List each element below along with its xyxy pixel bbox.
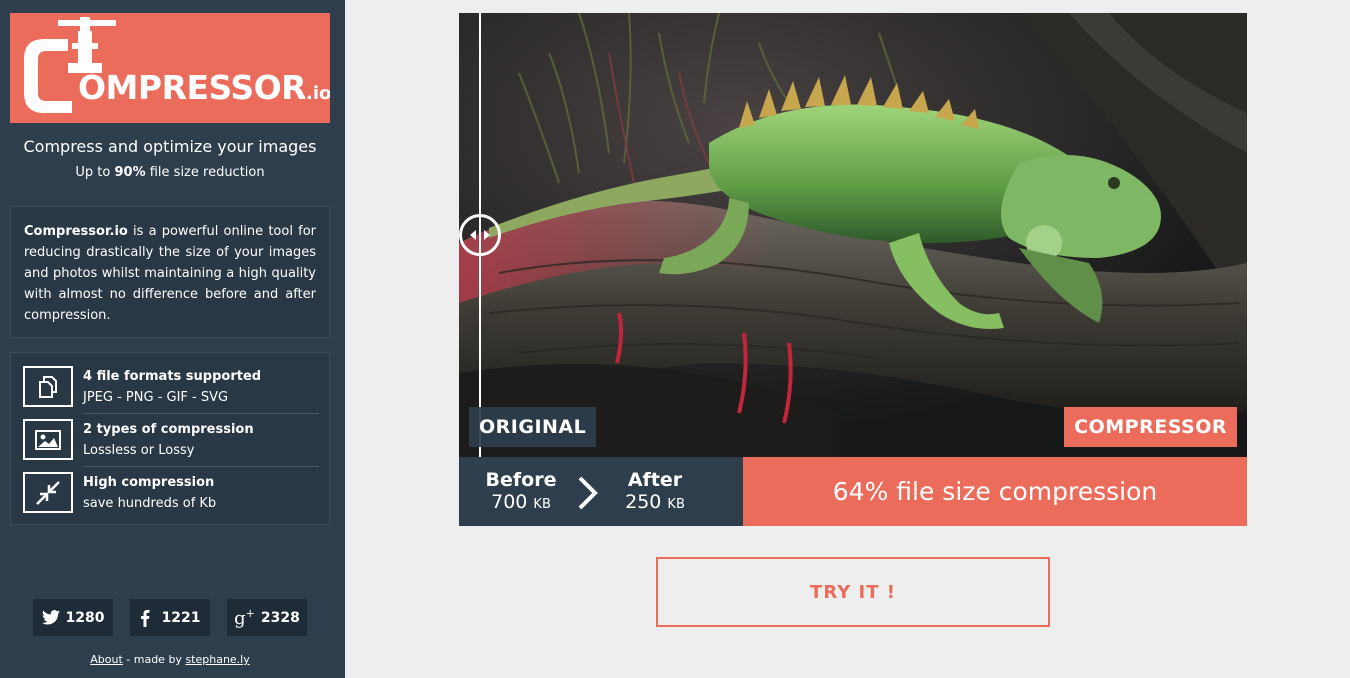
before-label: Before bbox=[485, 469, 557, 491]
drag-arrows-icon bbox=[470, 229, 491, 241]
compressor-label: COMPRESSOR bbox=[1064, 407, 1237, 447]
size-comparison: Before 700 KB After 250 KB bbox=[459, 457, 743, 526]
about-link[interactable]: About bbox=[90, 653, 123, 666]
divider bbox=[83, 413, 319, 414]
feature-formats: 4 file formats supported JPEG - PNG - GI… bbox=[23, 366, 319, 419]
feature-high-compression: High compression save hundreds of Kb bbox=[23, 472, 319, 525]
compression-summary: 64% file size compression bbox=[743, 457, 1247, 526]
googleplus-icon: g+ bbox=[234, 606, 255, 629]
sidebar: OMPRESSOR.io Compress and optimize your … bbox=[0, 0, 345, 678]
twitter-icon bbox=[41, 610, 60, 625]
original-label: ORIGINAL bbox=[469, 407, 597, 447]
author-link[interactable]: stephane.ly bbox=[185, 653, 249, 666]
description-box: Compressor.io is a powerful online tool … bbox=[10, 206, 330, 338]
feature-title: 4 file formats supported bbox=[83, 369, 262, 384]
logo[interactable]: OMPRESSOR.io bbox=[10, 13, 330, 123]
feature-subtitle: save hundreds of Kb bbox=[83, 496, 217, 511]
description-text: Compressor.io is a powerful online tool … bbox=[24, 224, 316, 323]
twitter-count: 1280 bbox=[65, 609, 105, 626]
image-icon bbox=[23, 419, 73, 460]
subtagline: Up to 90% file size reduction bbox=[75, 165, 265, 180]
files-icon bbox=[23, 366, 73, 407]
before-value: 700 KB bbox=[491, 491, 551, 513]
after-value: 250 KB bbox=[625, 491, 685, 513]
feature-subtitle: Lossless or Lossy bbox=[83, 443, 195, 458]
iguana-photo bbox=[459, 13, 1247, 457]
try-it-button[interactable]: TRY IT ! bbox=[656, 557, 1050, 627]
after-label: After bbox=[627, 469, 683, 491]
logo-wordmark: OMPRESSOR.io bbox=[78, 68, 330, 107]
feature-subtitle: JPEG - PNG - GIF - SVG bbox=[83, 390, 229, 405]
facebook-icon bbox=[140, 609, 150, 627]
comparison-slider-handle[interactable] bbox=[459, 214, 502, 256]
compress-arrows-icon bbox=[23, 472, 73, 513]
after-stat: After 250 KB bbox=[600, 469, 710, 516]
facebook-count: 1221 bbox=[161, 609, 201, 626]
divider bbox=[83, 466, 319, 467]
tagline: Compress and optimize your images bbox=[23, 137, 317, 156]
comparison-showcase: ORIGINAL COMPRESSOR bbox=[459, 13, 1247, 457]
googleplus-count: 2328 bbox=[260, 609, 300, 626]
chevron-right-icon bbox=[578, 476, 598, 510]
compression-stats: Before 700 KB After 250 KB 64% file size… bbox=[459, 457, 1247, 526]
feature-title: 2 types of compression bbox=[83, 422, 254, 437]
feature-title: High compression bbox=[83, 475, 215, 490]
twitter-share-button[interactable]: 1280 bbox=[33, 599, 113, 636]
feature-compression-types: 2 types of compression Lossless or Lossy bbox=[23, 419, 319, 472]
facebook-share-button[interactable]: 1221 bbox=[130, 599, 210, 636]
before-stat: Before 700 KB bbox=[466, 469, 576, 516]
features-box: 4 file formats supported JPEG - PNG - GI… bbox=[10, 352, 330, 525]
footer: About - made by stephane.ly bbox=[90, 653, 250, 666]
googleplus-share-button[interactable]: g+ 2328 bbox=[227, 599, 307, 636]
